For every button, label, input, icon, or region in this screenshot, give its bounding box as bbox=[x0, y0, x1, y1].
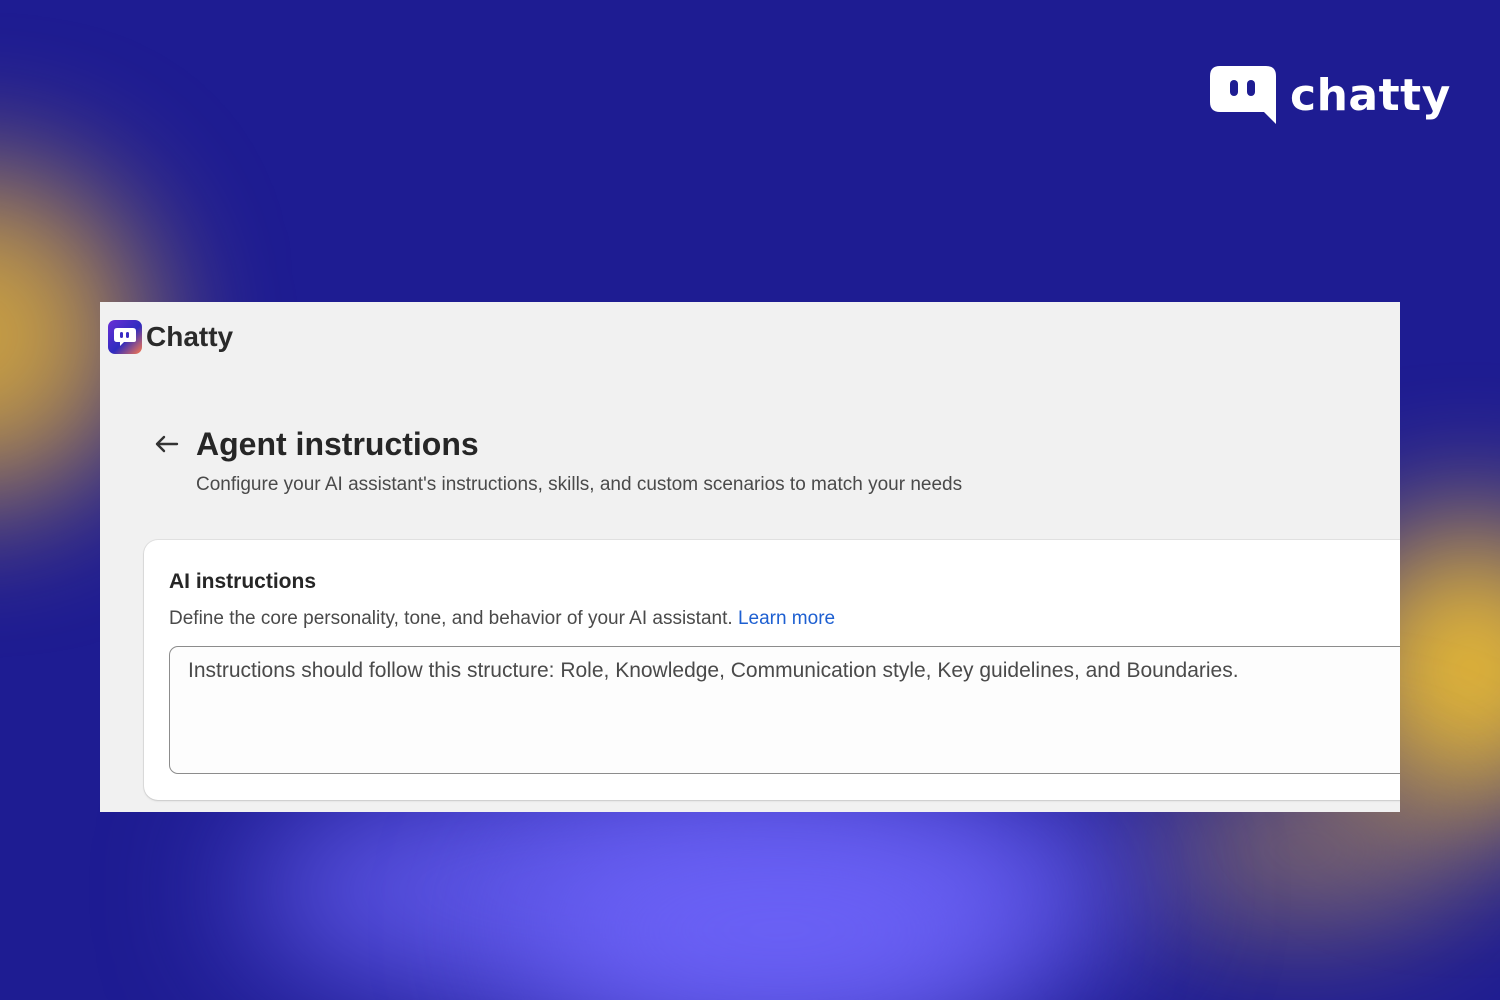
app-name: Chatty bbox=[146, 321, 234, 352]
ai-instructions-description: Define the core personality, tone, and b… bbox=[169, 608, 835, 630]
learn-more-link[interactable]: Learn more bbox=[738, 608, 835, 629]
chat-bubble-icon bbox=[1210, 66, 1276, 124]
ai-instructions-description-text: Define the core personality, tone, and b… bbox=[169, 608, 733, 629]
arrow-left-icon[interactable] bbox=[152, 430, 180, 458]
page-subtitle: Configure your AI assistant's instructio… bbox=[196, 474, 963, 495]
ai-instructions-card: AI instructions Define the core personal… bbox=[144, 540, 1400, 800]
chatty-app-icon bbox=[108, 320, 142, 354]
ai-instructions-input[interactable]: Instructions should follow this structur… bbox=[169, 646, 1400, 774]
page-title: Agent instructions bbox=[196, 426, 479, 462]
brand-logo: chatty bbox=[1210, 66, 1451, 124]
app-screenshot: Chatty Agent instructions Configure your… bbox=[100, 302, 1400, 812]
app-header: Chatty bbox=[108, 320, 233, 354]
ai-instructions-title: AI instructions bbox=[169, 570, 317, 593]
brand-name: chatty bbox=[1290, 69, 1451, 121]
